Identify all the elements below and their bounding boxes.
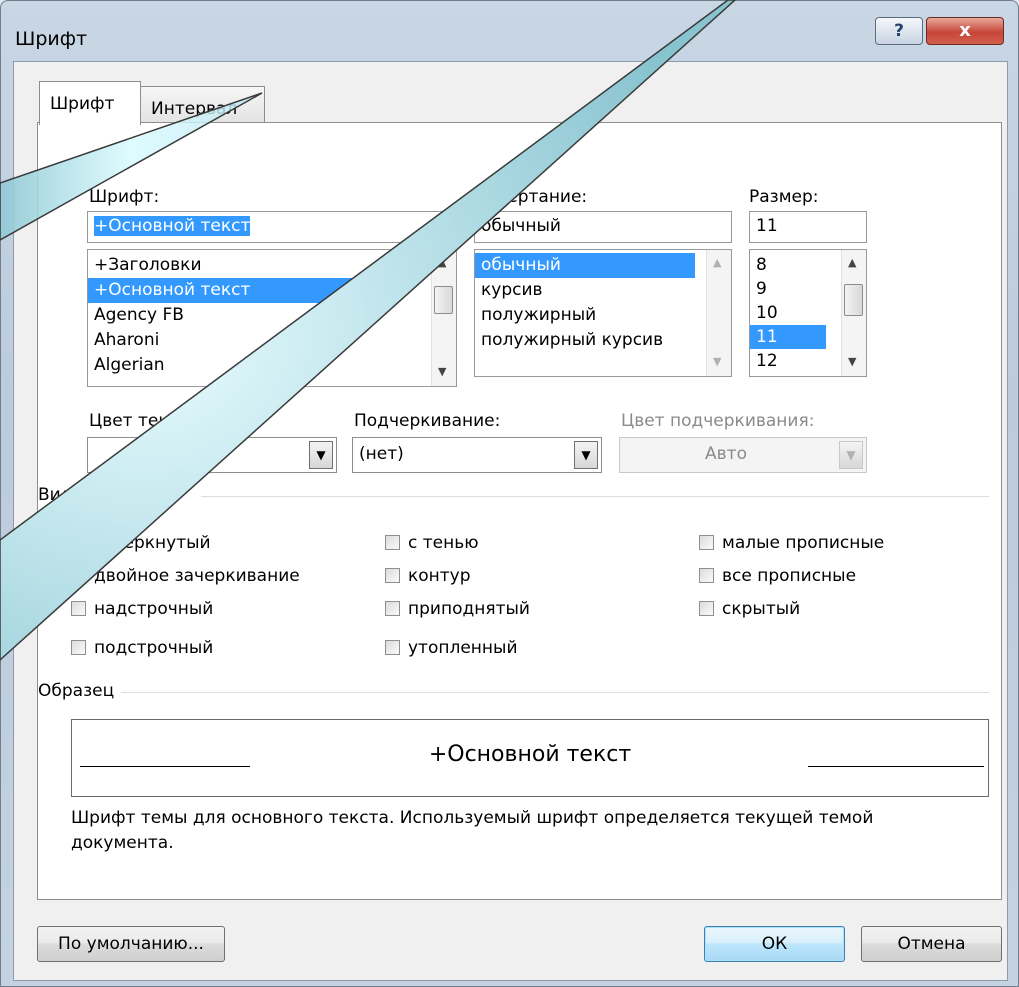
- callout-overlay: [0, 0, 737, 662]
- tab-font-label: Шрифт: [50, 94, 115, 114]
- tab-font[interactable]: Шрифт: [39, 81, 141, 125]
